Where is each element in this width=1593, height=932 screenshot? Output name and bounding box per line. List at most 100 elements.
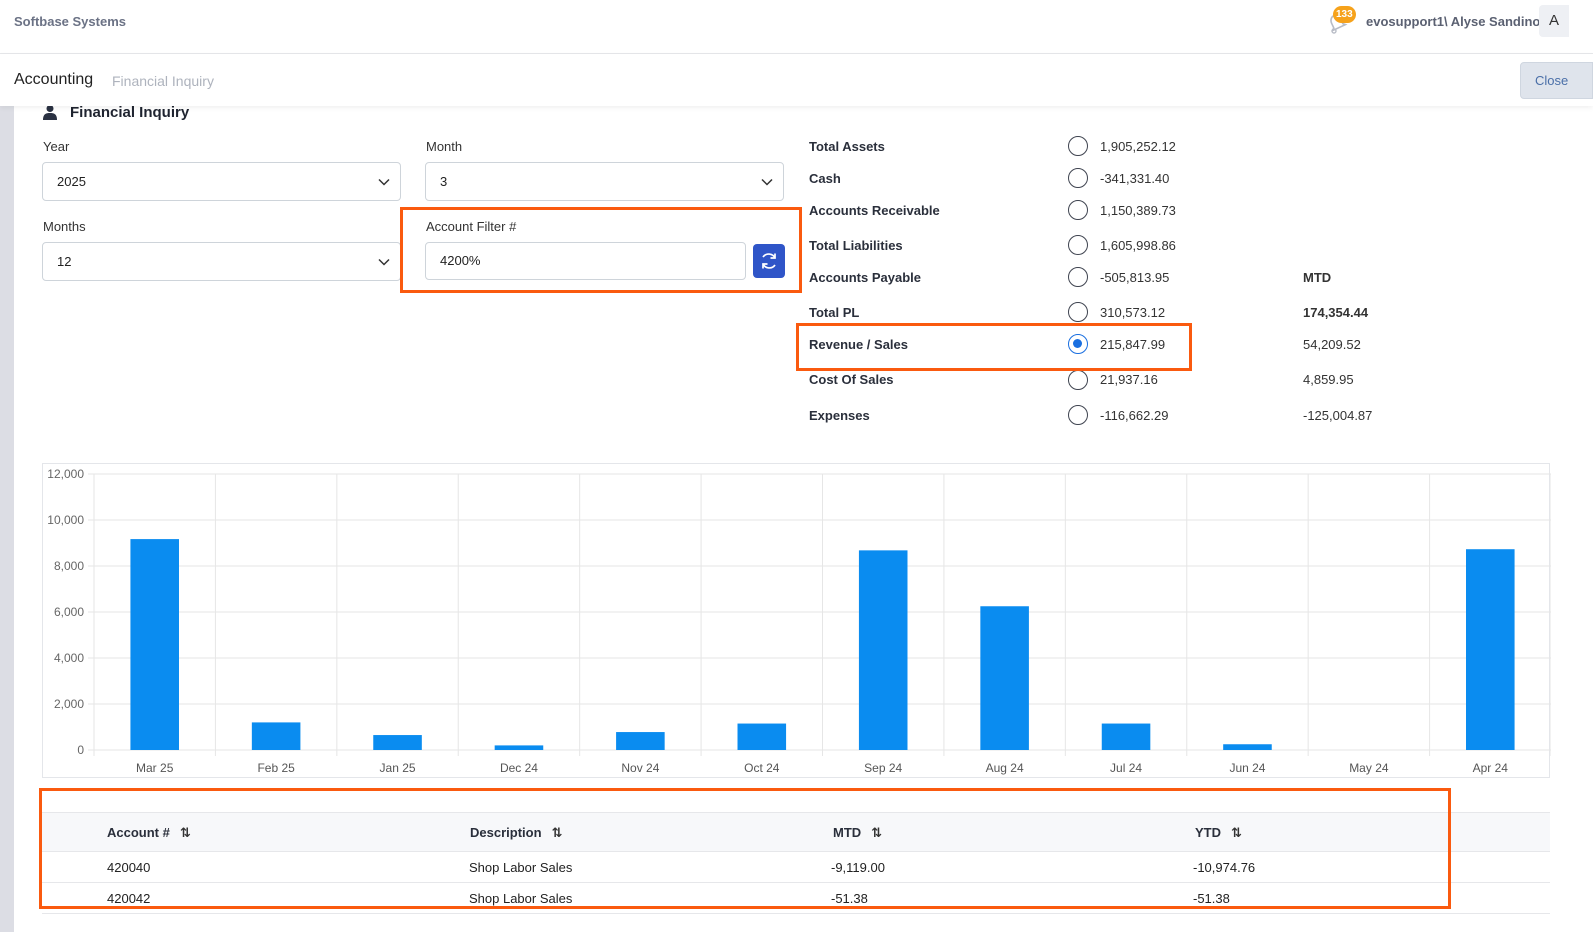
breadcrumb-accounting[interactable]: Accounting [14, 71, 93, 89]
x-tick-label: Feb 25 [257, 761, 295, 775]
x-tick-label: Apr 24 [1473, 761, 1509, 775]
summary-radio-selected[interactable] [1068, 334, 1088, 354]
y-tick-label: 6,000 [54, 605, 84, 619]
column-header-mtd[interactable]: MTD ⇅ [833, 825, 882, 841]
month-select[interactable]: 3 [425, 162, 784, 201]
summary-value: -505,813.95 [1100, 270, 1170, 285]
summary-radio[interactable] [1068, 136, 1088, 156]
months-label: Months [43, 219, 86, 234]
breadcrumb: Accounting Financial Inquiry Close [0, 54, 1593, 106]
x-tick-label: Oct 24 [744, 761, 780, 775]
y-tick-label: 10,000 [47, 513, 84, 527]
chart-bar [373, 735, 422, 750]
user-icon [43, 105, 57, 120]
table-row[interactable]: 420040 Shop Labor Sales -9,119.00 -10,97… [42, 852, 1550, 883]
y-tick-label: 4,000 [54, 651, 84, 665]
summary-value: 215,847.99 [1100, 337, 1166, 352]
sort-icon[interactable]: ⇅ [1231, 825, 1242, 841]
x-tick-label: Jul 24 [1110, 761, 1142, 775]
y-tick-label: 8,000 [54, 559, 84, 573]
x-tick-label: Nov 24 [621, 761, 659, 775]
summary-radio[interactable] [1068, 405, 1088, 425]
column-header-ytd[interactable]: YTD ⇅ [1195, 825, 1242, 841]
x-tick-label: Sep 24 [864, 761, 902, 775]
chart-bar [1466, 549, 1515, 750]
table-header: Account # ⇅ Description ⇅ MTD ⇅ YTD ⇅ [42, 812, 1550, 852]
summary-label: Accounts Receivable [809, 203, 940, 218]
table-row[interactable]: 420042 Shop Labor Sales -51.38 -51.38 [42, 883, 1550, 914]
summary-radio[interactable] [1068, 302, 1088, 322]
summary-label: Accounts Payable [809, 270, 921, 285]
cell-mtd: -51.38 [831, 891, 868, 906]
x-tick-label: Jun 24 [1229, 761, 1265, 775]
panel-title: Financial Inquiry [70, 104, 190, 121]
chart-bar [737, 723, 787, 750]
month-value: 3 [440, 174, 448, 189]
y-tick-label: 0 [77, 743, 84, 757]
x-tick-label: Dec 24 [500, 761, 538, 775]
column-header-description[interactable]: Description ⇅ [470, 825, 562, 841]
sort-icon[interactable]: ⇅ [552, 825, 563, 841]
summary-mtd-value: 4,859.95 [1303, 372, 1354, 387]
summary-value: 21,937.16 [1100, 372, 1158, 387]
x-tick-label: Jan 25 [380, 761, 416, 775]
refresh-icon [762, 253, 776, 269]
year-value: 2025 [57, 174, 86, 189]
x-tick-label: Aug 24 [986, 761, 1024, 775]
summary-label: Total Liabilities [809, 238, 903, 253]
cell-ytd: -10,974.76 [1193, 860, 1256, 875]
avatar[interactable]: A [1539, 5, 1569, 37]
summary-radio[interactable] [1068, 168, 1088, 188]
chart-bar [130, 539, 179, 750]
chart-bar [494, 745, 544, 750]
summary-label: Cash [809, 171, 841, 186]
months-select[interactable]: 12 [42, 242, 401, 281]
summary-radio[interactable] [1068, 200, 1088, 220]
chevron-down-icon [761, 178, 773, 186]
year-select[interactable]: 2025 [42, 162, 401, 201]
chart-bar [858, 550, 908, 750]
chevron-down-icon [378, 178, 390, 186]
breadcrumb-financial-inquiry[interactable]: Financial Inquiry [112, 73, 214, 89]
brand-name: Softbase Systems [14, 14, 126, 29]
chart-bar [1223, 744, 1272, 750]
summary-value: 1,905,252.12 [1100, 139, 1176, 154]
sort-icon[interactable]: ⇅ [871, 825, 882, 841]
summary-label: Total Assets [809, 139, 885, 154]
summary-radio[interactable] [1068, 370, 1088, 390]
year-label: Year [43, 139, 70, 154]
summary-radio[interactable] [1068, 267, 1088, 287]
summary-label: Cost Of Sales [809, 372, 894, 387]
revenue-chart: 0 2,000 4,000 6,000 8,000 10,000 12,000 Mar 25 F… [42, 463, 1551, 778]
summary-value: 1,605,998.86 [1100, 238, 1176, 253]
x-tick-label: May 24 [1349, 761, 1389, 775]
account-filter-input[interactable]: 4200% [425, 242, 746, 280]
summary-label: Total PL [809, 305, 860, 320]
summary-value: -341,331.40 [1100, 171, 1170, 186]
refresh-button[interactable] [753, 244, 785, 278]
summary-label: Expenses [809, 408, 870, 423]
summary-radio[interactable] [1068, 235, 1088, 255]
summary-mtd-value: 54,209.52 [1303, 337, 1361, 352]
column-header-account[interactable]: Account # ⇅ [107, 825, 191, 841]
months-value: 12 [57, 254, 72, 269]
left-rail [0, 106, 14, 932]
mtd-header: MTD [1303, 270, 1332, 285]
summary-mtd-value: 174,354.44 [1303, 305, 1369, 320]
summary-mtd-value: -125,004.87 [1303, 408, 1373, 423]
x-tick-label: Mar 25 [136, 761, 174, 775]
cell-account: 420042 [107, 891, 151, 906]
y-tick-label: 12,000 [47, 467, 84, 481]
summary-value: 1,150,389.73 [1100, 203, 1176, 218]
notification-badge[interactable]: 133 [1333, 6, 1356, 23]
cell-account: 420040 [107, 860, 151, 875]
user-name[interactable]: evosupport1\ Alyse Sandino [1366, 14, 1540, 29]
account-filter-label: Account Filter # [426, 219, 517, 234]
chart-bar [1101, 723, 1151, 750]
cell-ytd: -51.38 [1193, 891, 1230, 906]
chart-svg: 0 2,000 4,000 6,000 8,000 10,000 12,000 Mar 25 F… [47, 467, 1551, 775]
cell-mtd: -9,119.00 [831, 860, 885, 875]
sort-icon[interactable]: ⇅ [180, 825, 191, 841]
cell-description: Shop Labor Sales [469, 891, 573, 906]
close-button[interactable]: Close [1520, 62, 1593, 99]
